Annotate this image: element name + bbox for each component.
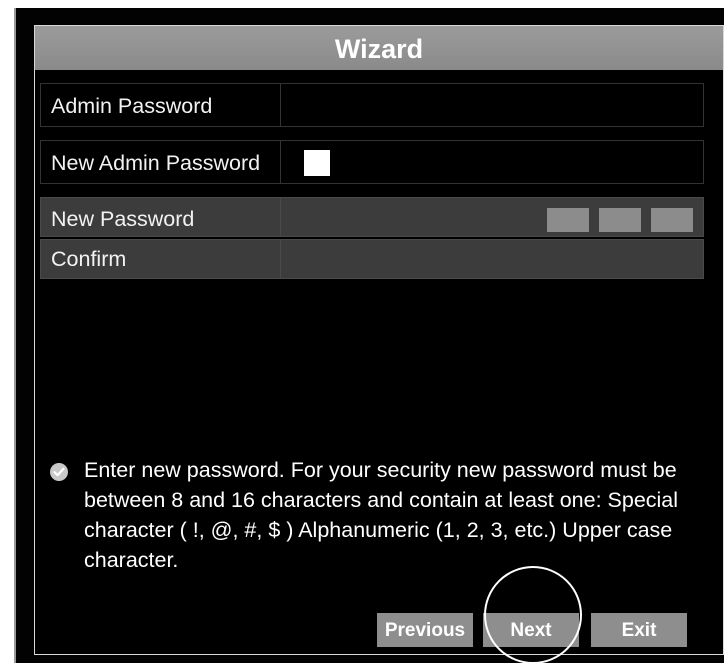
screen: Wizard Admin Password New Admin Password…	[14, 8, 724, 663]
new-admin-password-label: New Admin Password	[51, 151, 261, 175]
admin-password-row: Admin Password	[40, 83, 704, 127]
check-circle-icon	[50, 463, 68, 481]
new-admin-password-row: New Admin Password	[40, 140, 704, 184]
new-password-input[interactable]	[281, 198, 541, 236]
new-admin-password-checkbox[interactable]	[304, 150, 330, 176]
confirm-row: Confirm	[40, 239, 704, 279]
requirements-text: Enter new password. For your security ne…	[84, 458, 679, 572]
confirm-label: Confirm	[51, 247, 127, 271]
row-divider	[280, 141, 281, 183]
password-strength-bar-1	[547, 208, 589, 232]
wizard-dialog: Wizard Admin Password New Admin Password…	[34, 25, 724, 655]
next-button[interactable]: Next	[483, 613, 579, 647]
previous-button[interactable]: Previous	[377, 613, 473, 647]
exit-button[interactable]: Exit	[591, 613, 687, 647]
dialog-title: Wizard	[35, 26, 723, 70]
confirm-input[interactable]	[281, 240, 703, 278]
admin-password-label: Admin Password	[51, 94, 213, 118]
password-strength-bar-3	[651, 208, 693, 232]
admin-password-input[interactable]	[281, 84, 703, 126]
new-password-row: New Password	[40, 197, 704, 237]
new-password-label: New Password	[51, 207, 195, 231]
password-strength-bar-2	[599, 208, 641, 232]
